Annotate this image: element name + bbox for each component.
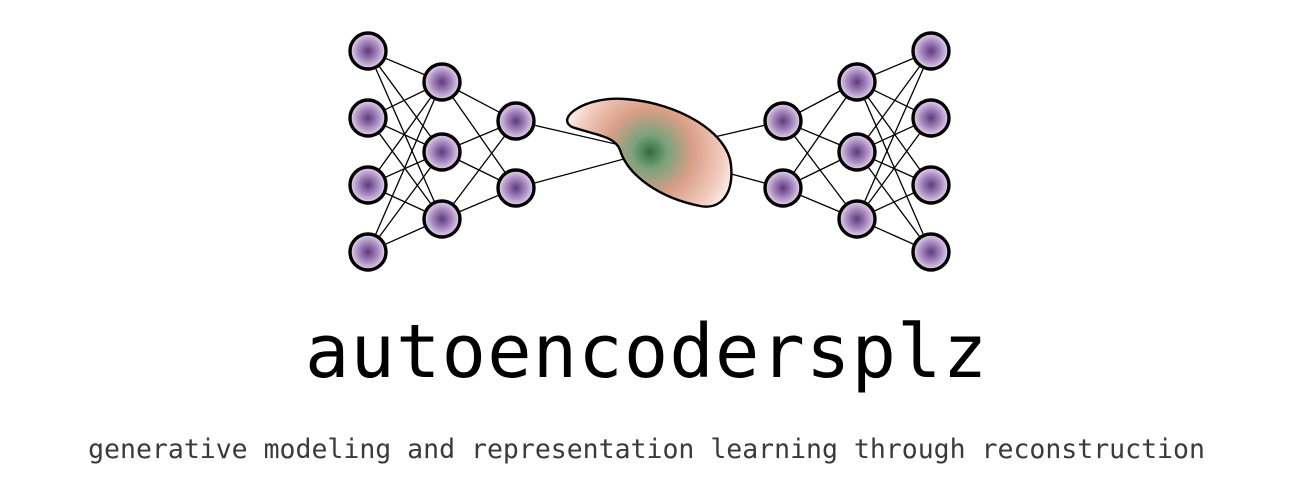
encoder-node <box>496 101 536 141</box>
decoder-node <box>837 62 877 102</box>
encoder-node <box>348 98 388 138</box>
project-title: autoencodersplz <box>304 309 989 395</box>
encoder-node <box>422 132 462 172</box>
decoder-node <box>837 132 877 172</box>
project-subtitle: generative modeling and representation l… <box>88 434 1205 465</box>
decoder-node <box>763 168 803 208</box>
encoder-node <box>348 232 388 272</box>
autoencoder-network-diagram <box>348 31 951 272</box>
encoder-node <box>496 168 536 208</box>
encoder-node <box>348 31 388 71</box>
encoder-node <box>422 199 462 239</box>
decoder-node <box>837 199 877 239</box>
latent-space-blob <box>565 97 733 208</box>
decoder-node <box>911 232 951 272</box>
decoder-node <box>911 165 951 205</box>
encoder-node <box>422 62 462 102</box>
decoder-node <box>911 98 951 138</box>
encoder-node <box>348 165 388 205</box>
decoder-node <box>763 101 803 141</box>
decoder-node <box>911 31 951 71</box>
